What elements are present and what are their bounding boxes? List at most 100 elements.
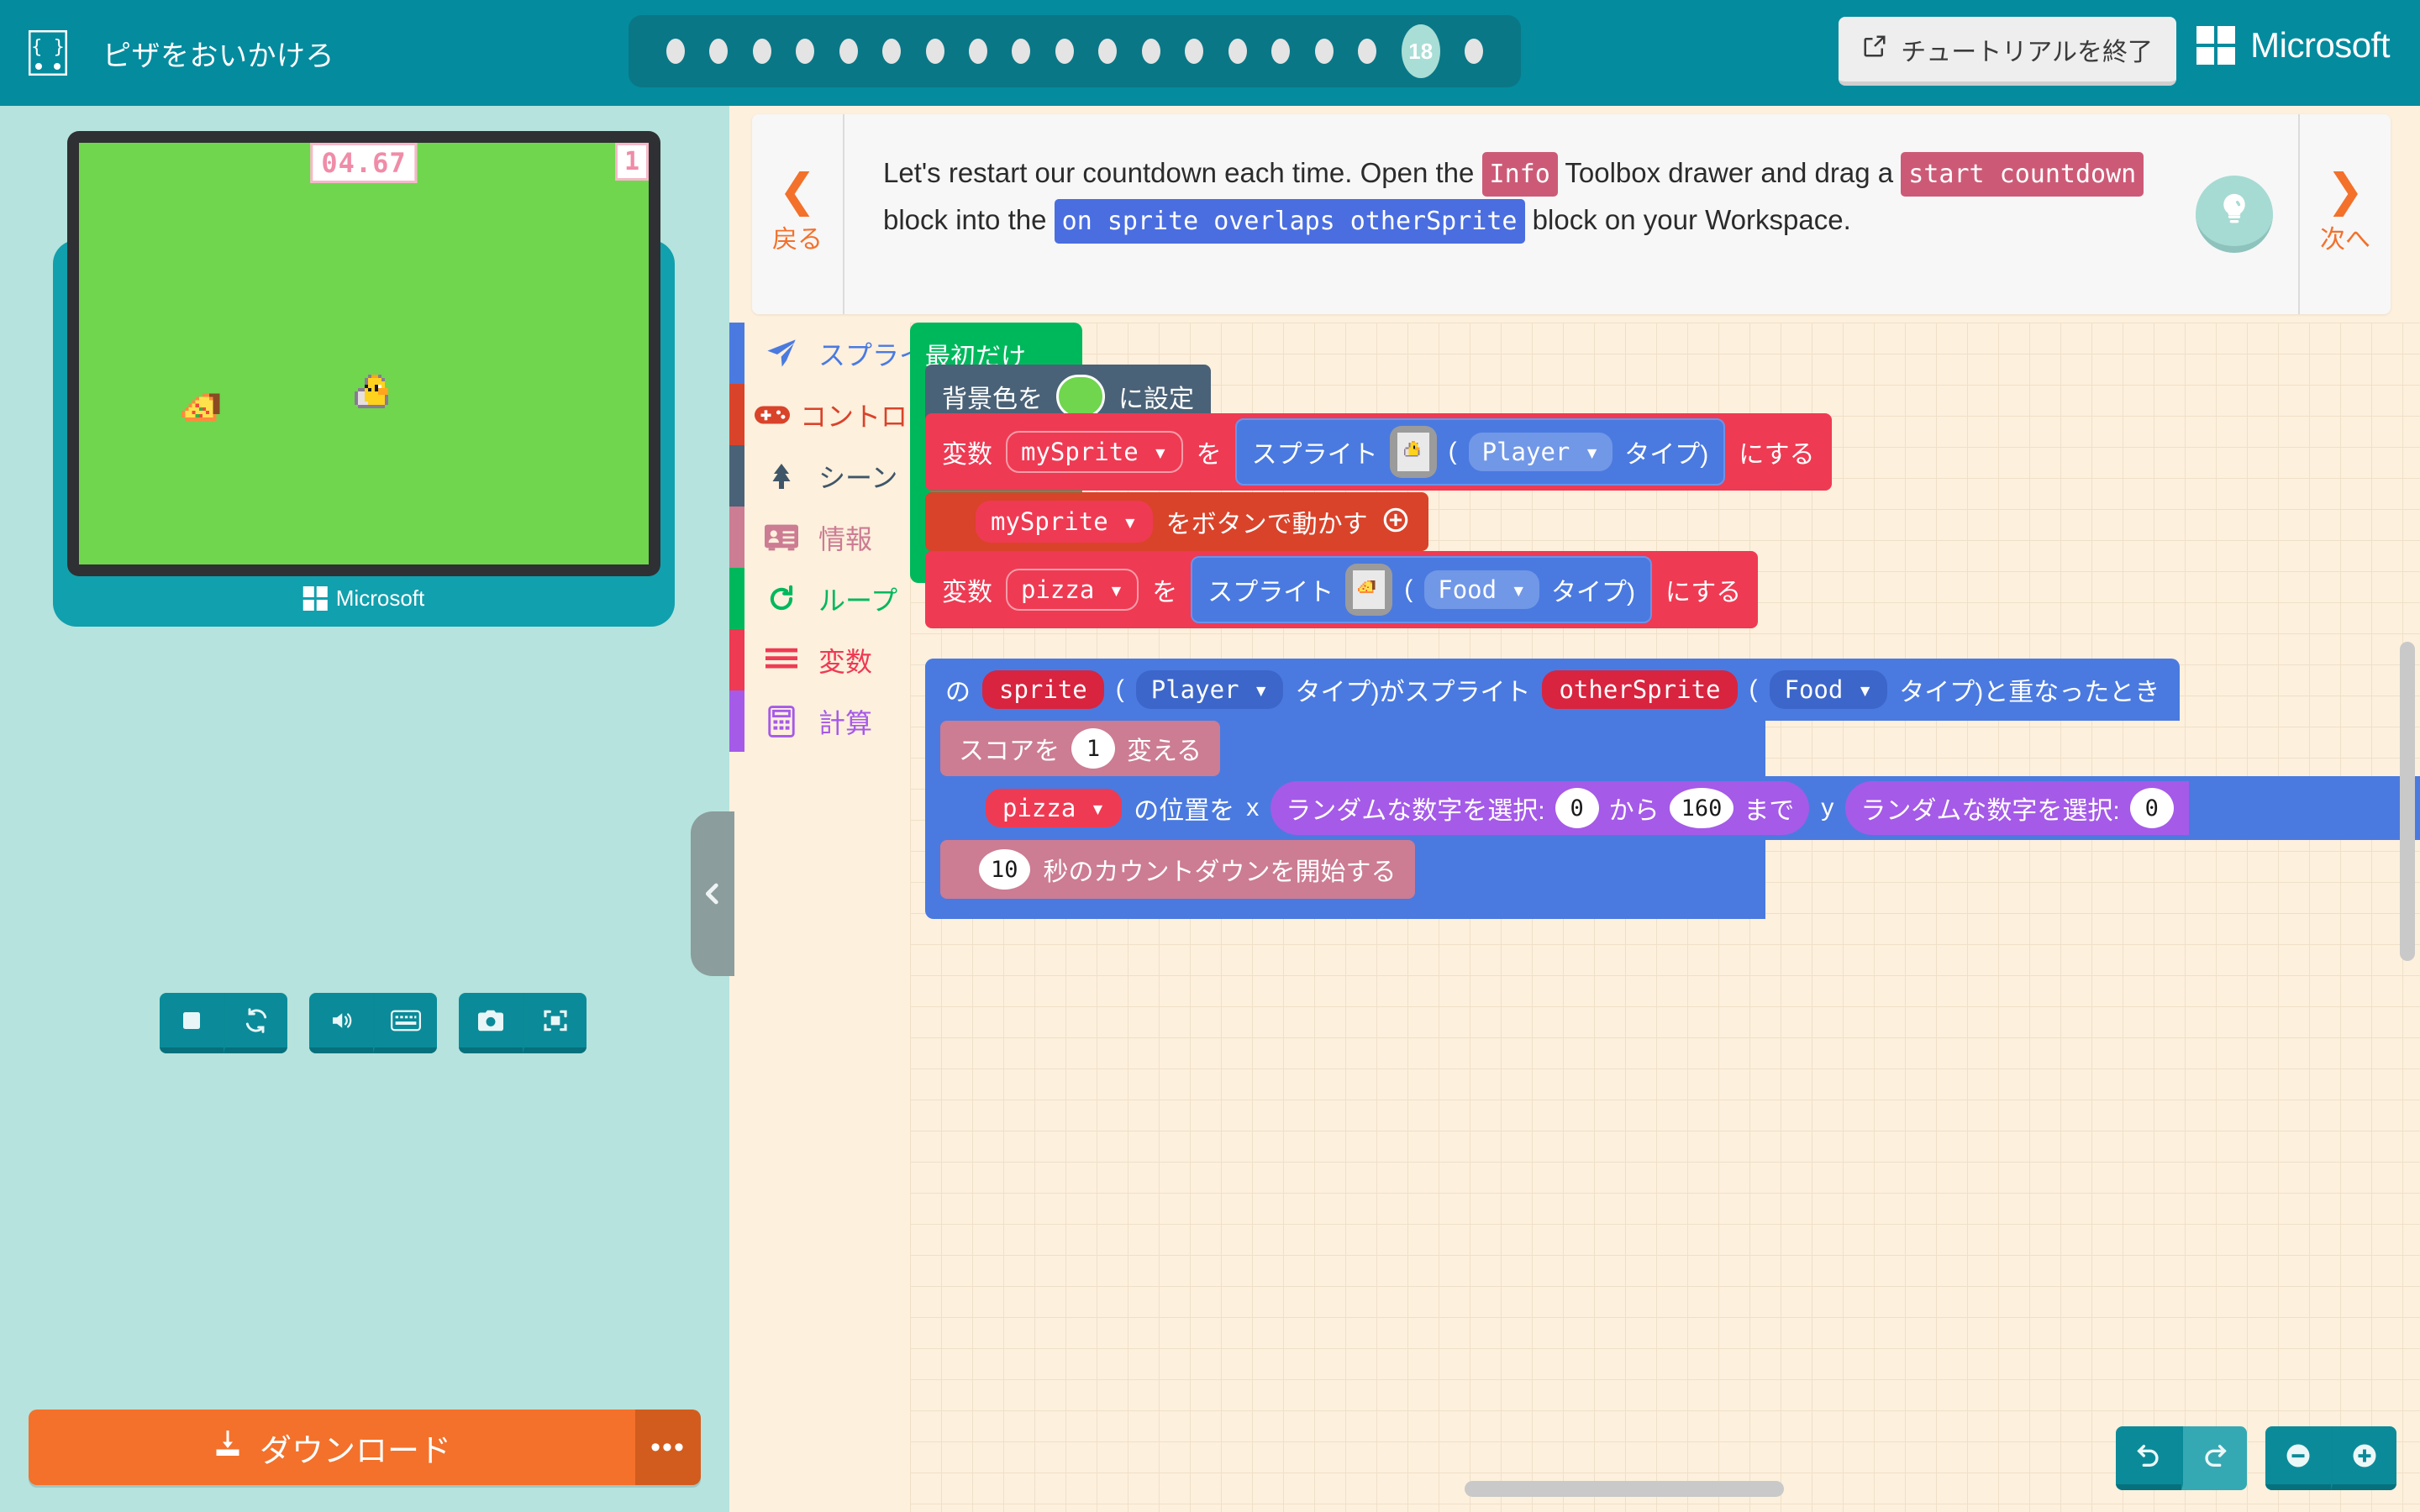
paren-open: ( bbox=[1404, 575, 1413, 604]
progress-dot[interactable] bbox=[753, 39, 771, 64]
start-countdown-value[interactable]: 10 bbox=[979, 849, 1030, 890]
pick-random-y-from[interactable]: 0 bbox=[2130, 788, 2174, 828]
sprite-image-duck[interactable] bbox=[1390, 426, 1437, 478]
progress-dot[interactable] bbox=[666, 39, 685, 64]
lightbulb-icon bbox=[2216, 191, 2253, 232]
hint-button[interactable] bbox=[2196, 176, 2273, 253]
set-position-x-label: x bbox=[1246, 794, 1259, 822]
plus-circle-icon[interactable] bbox=[1381, 506, 1410, 538]
change-score-value[interactable]: 1 bbox=[1071, 728, 1115, 769]
microsoft-logo-icon bbox=[2196, 26, 2235, 65]
progress-dot[interactable] bbox=[1465, 39, 1483, 64]
block-on-sprite-overlaps-header[interactable]: の sprite ( Player ▾ タイプ)がスプライト otherSpri… bbox=[925, 659, 2180, 721]
category-color-bar bbox=[729, 568, 744, 629]
variable-dropdown-mysprite[interactable]: mySprite ▾ bbox=[1006, 431, 1183, 473]
progress-dot[interactable] bbox=[969, 39, 987, 64]
pick-random-mid-label: から bbox=[1609, 790, 1660, 827]
pizza-sprite bbox=[178, 386, 234, 442]
progress-dot[interactable] bbox=[1098, 39, 1117, 64]
project-title: ピザをおいかけろ bbox=[103, 33, 334, 74]
progress-dot[interactable] bbox=[926, 39, 944, 64]
fullscreen-button[interactable] bbox=[523, 993, 587, 1053]
screenshot-button[interactable] bbox=[459, 993, 523, 1053]
undo-button[interactable] bbox=[2116, 1426, 2181, 1490]
progress-dot[interactable] bbox=[796, 39, 814, 64]
pick-random-label: ランダムな数字を選択: bbox=[1286, 790, 1544, 827]
progress-dot[interactable] bbox=[1315, 39, 1334, 64]
set-var-post-label: にする bbox=[1665, 571, 1741, 608]
tutorial-line2-part-a: block into the bbox=[883, 204, 1046, 235]
progress-dot[interactable] bbox=[1358, 39, 1376, 64]
keyboard-button[interactable] bbox=[373, 993, 437, 1053]
collapse-simulator-handle[interactable] bbox=[691, 811, 734, 976]
category-color-bar bbox=[729, 507, 744, 568]
block-set-mysprite[interactable]: 変数 mySprite ▾ を スプライト bbox=[925, 413, 1832, 491]
stop-button[interactable] bbox=[160, 993, 224, 1053]
blocks-workspace[interactable]: 最初だけ 背景色を に設定 変数 mySprite ▾ を スプライト bbox=[910, 323, 2420, 1512]
progress-dot[interactable] bbox=[1185, 39, 1203, 64]
tutorial-next-button[interactable]: ❯ 次へ bbox=[2298, 114, 2391, 314]
zoom-in-button[interactable] bbox=[2331, 1426, 2396, 1490]
block-set-pizza[interactable]: 変数 pizza ▾ を スプライト ( bbox=[925, 551, 1758, 628]
background-color-swatch[interactable] bbox=[1056, 375, 1105, 418]
variable-dropdown-pizza-position[interactable]: pizza ▾ bbox=[986, 789, 1122, 827]
tutorial-card: ❮ 戻る Let's restart our countdown each ti… bbox=[752, 114, 2391, 314]
kind-dropdown-food[interactable]: Food ▾ bbox=[1770, 670, 1888, 709]
tutorial-progress-bar[interactable]: 18 bbox=[629, 15, 1521, 87]
variable-dropdown-pizza[interactable]: pizza ▾ bbox=[1006, 569, 1139, 611]
block-set-position[interactable]: pizza ▾ の位置を x ランダムな数字を選択: 0 から 160 まで y… bbox=[940, 776, 2420, 840]
block-move-with-buttons[interactable]: mySprite ▾ をボタンで動かす bbox=[925, 492, 1428, 551]
pick-random-x-from[interactable]: 0 bbox=[1555, 788, 1599, 828]
progress-dot[interactable] bbox=[709, 39, 728, 64]
download-button[interactable]: ダウンロード bbox=[29, 1410, 635, 1485]
gamepad-icon bbox=[755, 402, 790, 428]
zoom-out-button[interactable] bbox=[2265, 1426, 2331, 1490]
set-background-pre-label: 背景色を bbox=[942, 378, 1043, 415]
arcade-logo-icon[interactable]: { } bbox=[24, 29, 72, 77]
kind-dropdown-player[interactable]: Player ▾ bbox=[1136, 670, 1284, 709]
exit-tutorial-button[interactable]: チュートリアルを終了 bbox=[1839, 17, 2176, 86]
block-sprite-create-food[interactable]: スプライト ( Food ▾ タイプ) bbox=[1191, 556, 1652, 623]
block-sprite-create-player[interactable]: スプライト ( Player ▾ bbox=[1235, 418, 1726, 486]
block-change-score[interactable]: スコアを 1 変える bbox=[940, 721, 1220, 776]
simulator-toolbar bbox=[160, 993, 587, 1053]
progress-dot[interactable] bbox=[882, 39, 901, 64]
workspace-controls bbox=[2116, 1426, 2396, 1490]
set-var-mid-label: を bbox=[1197, 433, 1222, 470]
progress-dot[interactable] bbox=[1142, 39, 1160, 64]
zoom-group bbox=[2265, 1426, 2396, 1490]
sprite-kind-dropdown-food[interactable]: Food ▾ bbox=[1424, 570, 1539, 609]
toolbox-label: 情報 bbox=[818, 518, 872, 557]
variable-dropdown-mysprite-move[interactable]: mySprite ▾ bbox=[976, 501, 1153, 543]
restart-button[interactable] bbox=[224, 993, 287, 1053]
sprite-param-sprite[interactable]: sprite bbox=[982, 670, 1104, 709]
set-position-y-label: y bbox=[1821, 794, 1833, 822]
block-start-countdown[interactable]: 10 秒のカウントダウンを開始する bbox=[940, 840, 1415, 899]
tutorial-line1-part-b: Toolbox drawer and drag a bbox=[1565, 157, 1893, 188]
toolbox-label: シーン bbox=[818, 457, 897, 496]
workspace-vertical-scrollbar[interactable] bbox=[2400, 642, 2415, 961]
block-pick-random-y[interactable]: ランダムな数字を選択: 0 bbox=[1845, 781, 2188, 835]
progress-dot[interactable] bbox=[1228, 39, 1247, 64]
workspace-horizontal-scrollbar[interactable] bbox=[1465, 1481, 1784, 1497]
external-link-icon bbox=[1862, 34, 1887, 66]
redo-button[interactable] bbox=[2181, 1426, 2247, 1490]
download-more-button[interactable]: ••• bbox=[635, 1410, 701, 1485]
tutorial-back-button[interactable]: ❮ 戻る bbox=[752, 114, 844, 314]
progress-dot[interactable] bbox=[1012, 39, 1030, 64]
score-display: 1 bbox=[615, 143, 649, 181]
simulator-io-group bbox=[309, 993, 437, 1053]
progress-dot[interactable] bbox=[1055, 39, 1074, 64]
sprite-image-pizza[interactable] bbox=[1345, 564, 1392, 616]
mute-button[interactable] bbox=[309, 993, 373, 1053]
toolbox-label: 変数 bbox=[818, 641, 872, 680]
sprite-param-othersprite[interactable]: otherSprite bbox=[1542, 670, 1737, 709]
progress-dot[interactable] bbox=[839, 39, 858, 64]
simulator-screen[interactable]: 04.67 1 bbox=[79, 143, 649, 564]
progress-dot-current[interactable]: 18 bbox=[1402, 24, 1440, 78]
progress-dot[interactable] bbox=[1271, 39, 1290, 64]
sprite-kind-dropdown-player[interactable]: Player ▾ bbox=[1469, 433, 1613, 471]
pick-random-x-to[interactable]: 160 bbox=[1670, 788, 1734, 828]
block-pick-random-x[interactable]: ランダムな数字を選択: 0 から 160 まで bbox=[1270, 781, 1809, 835]
kind-suffix-label: タイプ) bbox=[1551, 571, 1635, 608]
